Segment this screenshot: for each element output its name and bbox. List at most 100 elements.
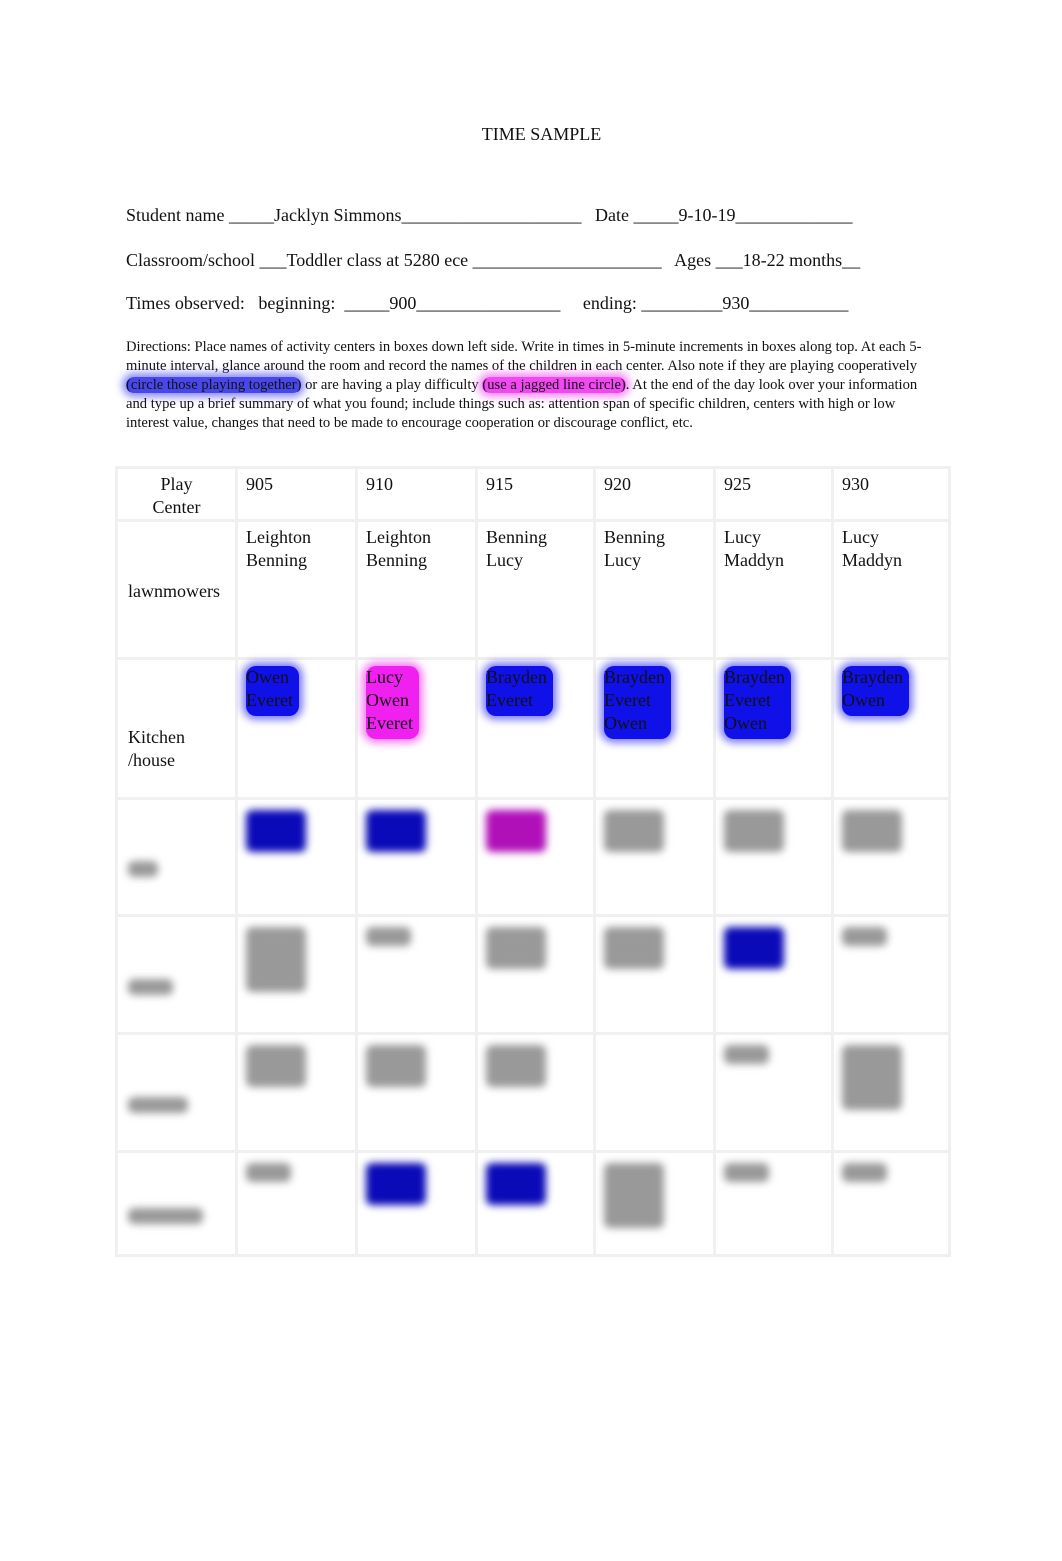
- children-names: Lucy Maddyn: [842, 526, 940, 572]
- child-name: Lucy: [724, 527, 761, 547]
- children-names: Leighton Benning: [246, 526, 347, 572]
- blurred-cell: [235, 1150, 358, 1257]
- circled-names: [486, 1163, 546, 1205]
- blurred-cell: [355, 797, 478, 917]
- blurred-cell: [713, 1150, 834, 1257]
- children-names: Brayden Owen: [842, 666, 909, 716]
- redacted-names: [842, 927, 887, 946]
- circled-names: [724, 927, 784, 969]
- blurred-cell: [713, 797, 834, 917]
- student-name-date-line: Student name _____Jacklyn Simmons_______…: [126, 205, 853, 225]
- cooperative-highlight: (circle those playing together): [126, 377, 302, 393]
- redacted-label: [128, 1096, 188, 1113]
- redacted-names: [486, 1045, 546, 1087]
- child-name: Brayden: [724, 667, 785, 687]
- children-names: Brayden Everet Owen: [604, 666, 671, 739]
- children-names: Brayden Everet Owen: [724, 666, 791, 739]
- redacted-label: [128, 861, 158, 877]
- child-name: Brayden: [604, 667, 665, 687]
- child-name: Owen: [246, 667, 289, 687]
- blurred-cell: [235, 797, 358, 917]
- redacted-names: [246, 1045, 306, 1087]
- blurred-center-label: [115, 797, 238, 917]
- child-name: Everet: [366, 713, 413, 733]
- observation-cell: Brayden Everet Owen: [713, 657, 834, 800]
- difficulty-highlight: (use a jagged line circle): [482, 377, 626, 393]
- child-name: Everet: [486, 690, 533, 710]
- center-label: Kitchen /house: [115, 657, 238, 800]
- circled-names: [246, 810, 306, 852]
- header-row: Play Center 905 910 915 920 925 930: [115, 466, 951, 522]
- blurred-table-row: [115, 1032, 951, 1153]
- child-name: Everet: [724, 690, 771, 710]
- redacted-names: [724, 1045, 769, 1064]
- times-observed-line: Times observed: beginning: _____900_____…: [126, 293, 849, 313]
- blurred-cell: [593, 1150, 716, 1257]
- children-names: Leighton Benning: [366, 526, 467, 572]
- observation-cell: Owen Everet: [235, 657, 358, 800]
- blurred-cell: [355, 1032, 478, 1153]
- child-name: Everet: [246, 690, 293, 710]
- blurred-cell: [593, 1032, 716, 1153]
- blurred-cell: [475, 914, 596, 1035]
- header-time: 905: [235, 466, 358, 522]
- child-name: Lucy: [486, 550, 523, 570]
- child-name: Benning: [486, 527, 547, 547]
- blurred-center-label: [115, 1150, 238, 1257]
- blurred-table-row: [115, 797, 951, 917]
- children-names: Lucy Owen Everet: [366, 666, 419, 739]
- child-name: Everet: [604, 690, 651, 710]
- center-label: lawnmowers: [115, 519, 238, 660]
- redacted-names: [246, 927, 306, 992]
- table-row: lawnmowers Leighton Benning Leighton Benning…: [115, 519, 951, 660]
- child-name: Brayden: [842, 667, 903, 687]
- header-time: 915: [475, 466, 596, 522]
- blurred-cell: [713, 1032, 834, 1153]
- children-names: Brayden Everet: [486, 666, 553, 716]
- blurred-table-row: [115, 1150, 951, 1257]
- blurred-cell: [593, 914, 716, 1035]
- redacted-names: [604, 1163, 664, 1228]
- redacted-label: [128, 978, 173, 995]
- header-time: 910: [355, 466, 478, 522]
- blurred-cell: [475, 1150, 596, 1257]
- child-name: Owen: [604, 713, 647, 733]
- blurred-cell: [593, 797, 716, 917]
- header-play-center: Play Center: [115, 466, 238, 522]
- child-name: Owen: [366, 690, 409, 710]
- children-names: Owen Everet: [246, 666, 299, 716]
- observation-cell: Lucy Maddyn: [831, 519, 951, 660]
- child-name: Owen: [842, 690, 885, 710]
- circled-names: [366, 1163, 426, 1205]
- blurred-cell: [355, 1150, 478, 1257]
- observation-cell: Brayden Owen: [831, 657, 951, 800]
- children-names: Benning Lucy: [604, 526, 705, 572]
- child-name: Owen: [724, 713, 767, 733]
- redacted-names: [842, 1045, 902, 1110]
- redacted-names: [486, 927, 546, 969]
- redacted-names: [604, 810, 664, 852]
- children-names: Lucy Maddyn: [724, 526, 823, 572]
- observation-cell: Benning Lucy: [593, 519, 716, 660]
- blurred-table-row: [115, 914, 951, 1035]
- child-name: Maddyn: [724, 550, 784, 570]
- blurred-cell: [475, 797, 596, 917]
- child-name: Maddyn: [842, 550, 902, 570]
- header-time: 925: [713, 466, 834, 522]
- child-name: Lucy: [842, 527, 879, 547]
- children-names: Benning Lucy: [486, 526, 585, 572]
- observation-cell: Brayden Everet Owen: [593, 657, 716, 800]
- page-title: TIME SAMPLE: [481, 124, 602, 144]
- redacted-names: [366, 1045, 426, 1087]
- directions-text: Directions: Place names of activity cent…: [126, 339, 922, 374]
- blurred-center-label: [115, 914, 238, 1035]
- blurred-cell: [831, 1150, 951, 1257]
- redacted-names: [366, 927, 411, 946]
- circled-names: [366, 810, 426, 852]
- child-name: Leighton: [246, 527, 311, 547]
- observation-cell: Leighton Benning: [235, 519, 358, 660]
- time-sample-table: Play Center 905 910 915 920 925 930 lawnmower…: [115, 466, 951, 1257]
- table-row: Kitchen /house Owen Everet Lucy Owen Everet Br…: [115, 657, 951, 800]
- child-name: Leighton: [366, 527, 431, 547]
- blurred-cell: [235, 914, 358, 1035]
